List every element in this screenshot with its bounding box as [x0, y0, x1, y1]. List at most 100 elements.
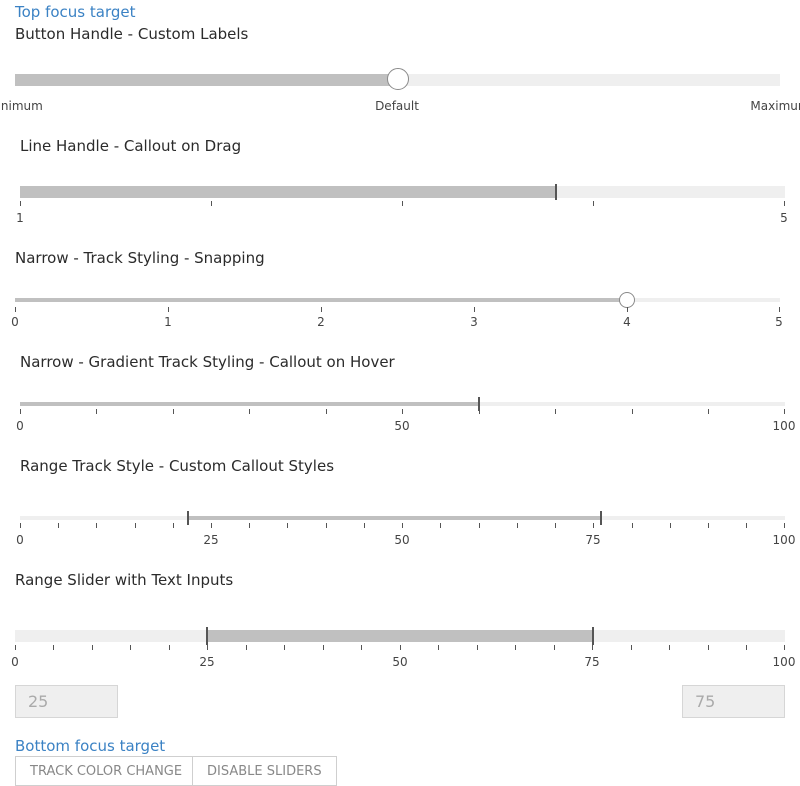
slider-tick [246, 645, 247, 650]
slider-fill [15, 74, 398, 86]
slider-tick [708, 523, 709, 528]
slider-tick [479, 523, 480, 528]
slider-tick-label: 100 [772, 533, 796, 547]
slider-tick [20, 409, 21, 414]
slider-tick [173, 523, 174, 528]
slider-tick [92, 645, 93, 650]
bottom-focus-target-link[interactable]: Bottom focus target [15, 737, 165, 755]
slider-tick [477, 645, 478, 650]
slider-tick [15, 645, 16, 650]
slider-title-line-handle: Line Handle - Callout on Drag [20, 137, 242, 155]
slider-tick-label: 75 [585, 533, 601, 547]
slider-tick-label: 50 [392, 655, 408, 669]
slider-handle-high[interactable] [600, 511, 602, 525]
track-color-change-button[interactable]: TRACK COLOR CHANGE [15, 756, 198, 786]
slider-tick [20, 201, 21, 206]
slider-label-min: 1 [16, 211, 24, 225]
slider-range-fill [188, 516, 601, 520]
disable-sliders-button[interactable]: DISABLE SLIDERS [192, 756, 337, 786]
slider-tick [402, 523, 403, 528]
slider-tick [15, 307, 16, 312]
slider-tick-label: 0 [11, 315, 19, 329]
slider-tick [402, 201, 403, 206]
slider-tick [211, 201, 212, 206]
slider-tick [784, 201, 785, 206]
slider-tick-label: 50 [394, 419, 410, 433]
slider-tick [670, 523, 671, 528]
slider-tick [669, 645, 670, 650]
slider-label-min: Minimum [0, 99, 43, 113]
slider-handle[interactable] [619, 292, 635, 308]
slider-tick [517, 523, 518, 528]
slider-tick [287, 523, 288, 528]
slider-tick-label: 4 [623, 315, 631, 329]
slider-tick [130, 645, 131, 650]
slider-fill [20, 186, 555, 198]
slider-tick [515, 645, 516, 650]
slider-tick-label: 0 [11, 655, 19, 669]
slider-tick [402, 409, 403, 414]
slider-tick-label: 0 [16, 419, 24, 433]
slider-tick [708, 645, 709, 650]
slider-tick [746, 645, 747, 650]
slider-tick [631, 645, 632, 650]
slider-handle[interactable] [387, 68, 409, 90]
slider-tick [326, 409, 327, 414]
slider-tick [632, 409, 633, 414]
slider-tick [554, 645, 555, 650]
slider-tick-label: 25 [203, 533, 219, 547]
slider-tick [364, 523, 365, 528]
slider-tick [784, 645, 785, 650]
slider-handle-low[interactable] [206, 627, 208, 645]
slider-tick-label: 25 [199, 655, 215, 669]
slider-range-fill [207, 630, 593, 642]
range-low-input[interactable] [15, 685, 118, 718]
slider-tick [592, 645, 593, 650]
slider-tick [555, 523, 556, 528]
slider-tick [632, 523, 633, 528]
slider-tick [779, 307, 780, 312]
slider-handle-low[interactable] [187, 511, 189, 525]
slider-label-max: 5 [780, 211, 788, 225]
slider-title-narrow-snapping: Narrow - Track Styling - Snapping [15, 249, 265, 267]
slider-label-default: Default [375, 99, 419, 113]
slider-tick [555, 409, 556, 414]
slider-tick [207, 645, 208, 650]
slider-handle-high[interactable] [592, 627, 594, 645]
slider-tick [58, 523, 59, 528]
slider-fill [15, 298, 627, 302]
slider-tick [627, 307, 628, 312]
slider-tick [20, 523, 21, 528]
slider-tick [96, 409, 97, 414]
slider-tick [593, 523, 594, 528]
slider-label-max: Maximum [750, 99, 800, 113]
range-high-input[interactable] [682, 685, 785, 718]
top-focus-target-link[interactable]: Top focus target [15, 3, 135, 21]
slider-handle[interactable] [555, 184, 557, 200]
slider-tick-label: 1 [164, 315, 172, 329]
slider-tick [474, 307, 475, 312]
slider-fill [20, 402, 479, 406]
slider-title-range-inputs: Range Slider with Text Inputs [15, 571, 234, 589]
slider-tick [53, 645, 54, 650]
slider-tick [173, 409, 174, 414]
slider-tick-label: 2 [317, 315, 325, 329]
slider-tick [249, 523, 250, 528]
slider-tick [400, 645, 401, 650]
slider-tick [361, 645, 362, 650]
slider-tick [479, 409, 480, 414]
slider-tick [784, 523, 785, 528]
slider-tick [708, 409, 709, 414]
slider-title-range-track: Range Track Style - Custom Callout Style… [20, 457, 335, 475]
slider-tick [135, 523, 136, 528]
slider-tick [321, 307, 322, 312]
slider-title-gradient: Narrow - Gradient Track Styling - Callou… [20, 353, 395, 371]
slider-tick-label: 100 [772, 419, 796, 433]
slider-tick [284, 645, 285, 650]
slider-tick [249, 409, 250, 414]
slider-tick [169, 645, 170, 650]
slider-tick [746, 523, 747, 528]
slider-tick [168, 307, 169, 312]
slider-tick [593, 201, 594, 206]
slider-tick [211, 523, 212, 528]
